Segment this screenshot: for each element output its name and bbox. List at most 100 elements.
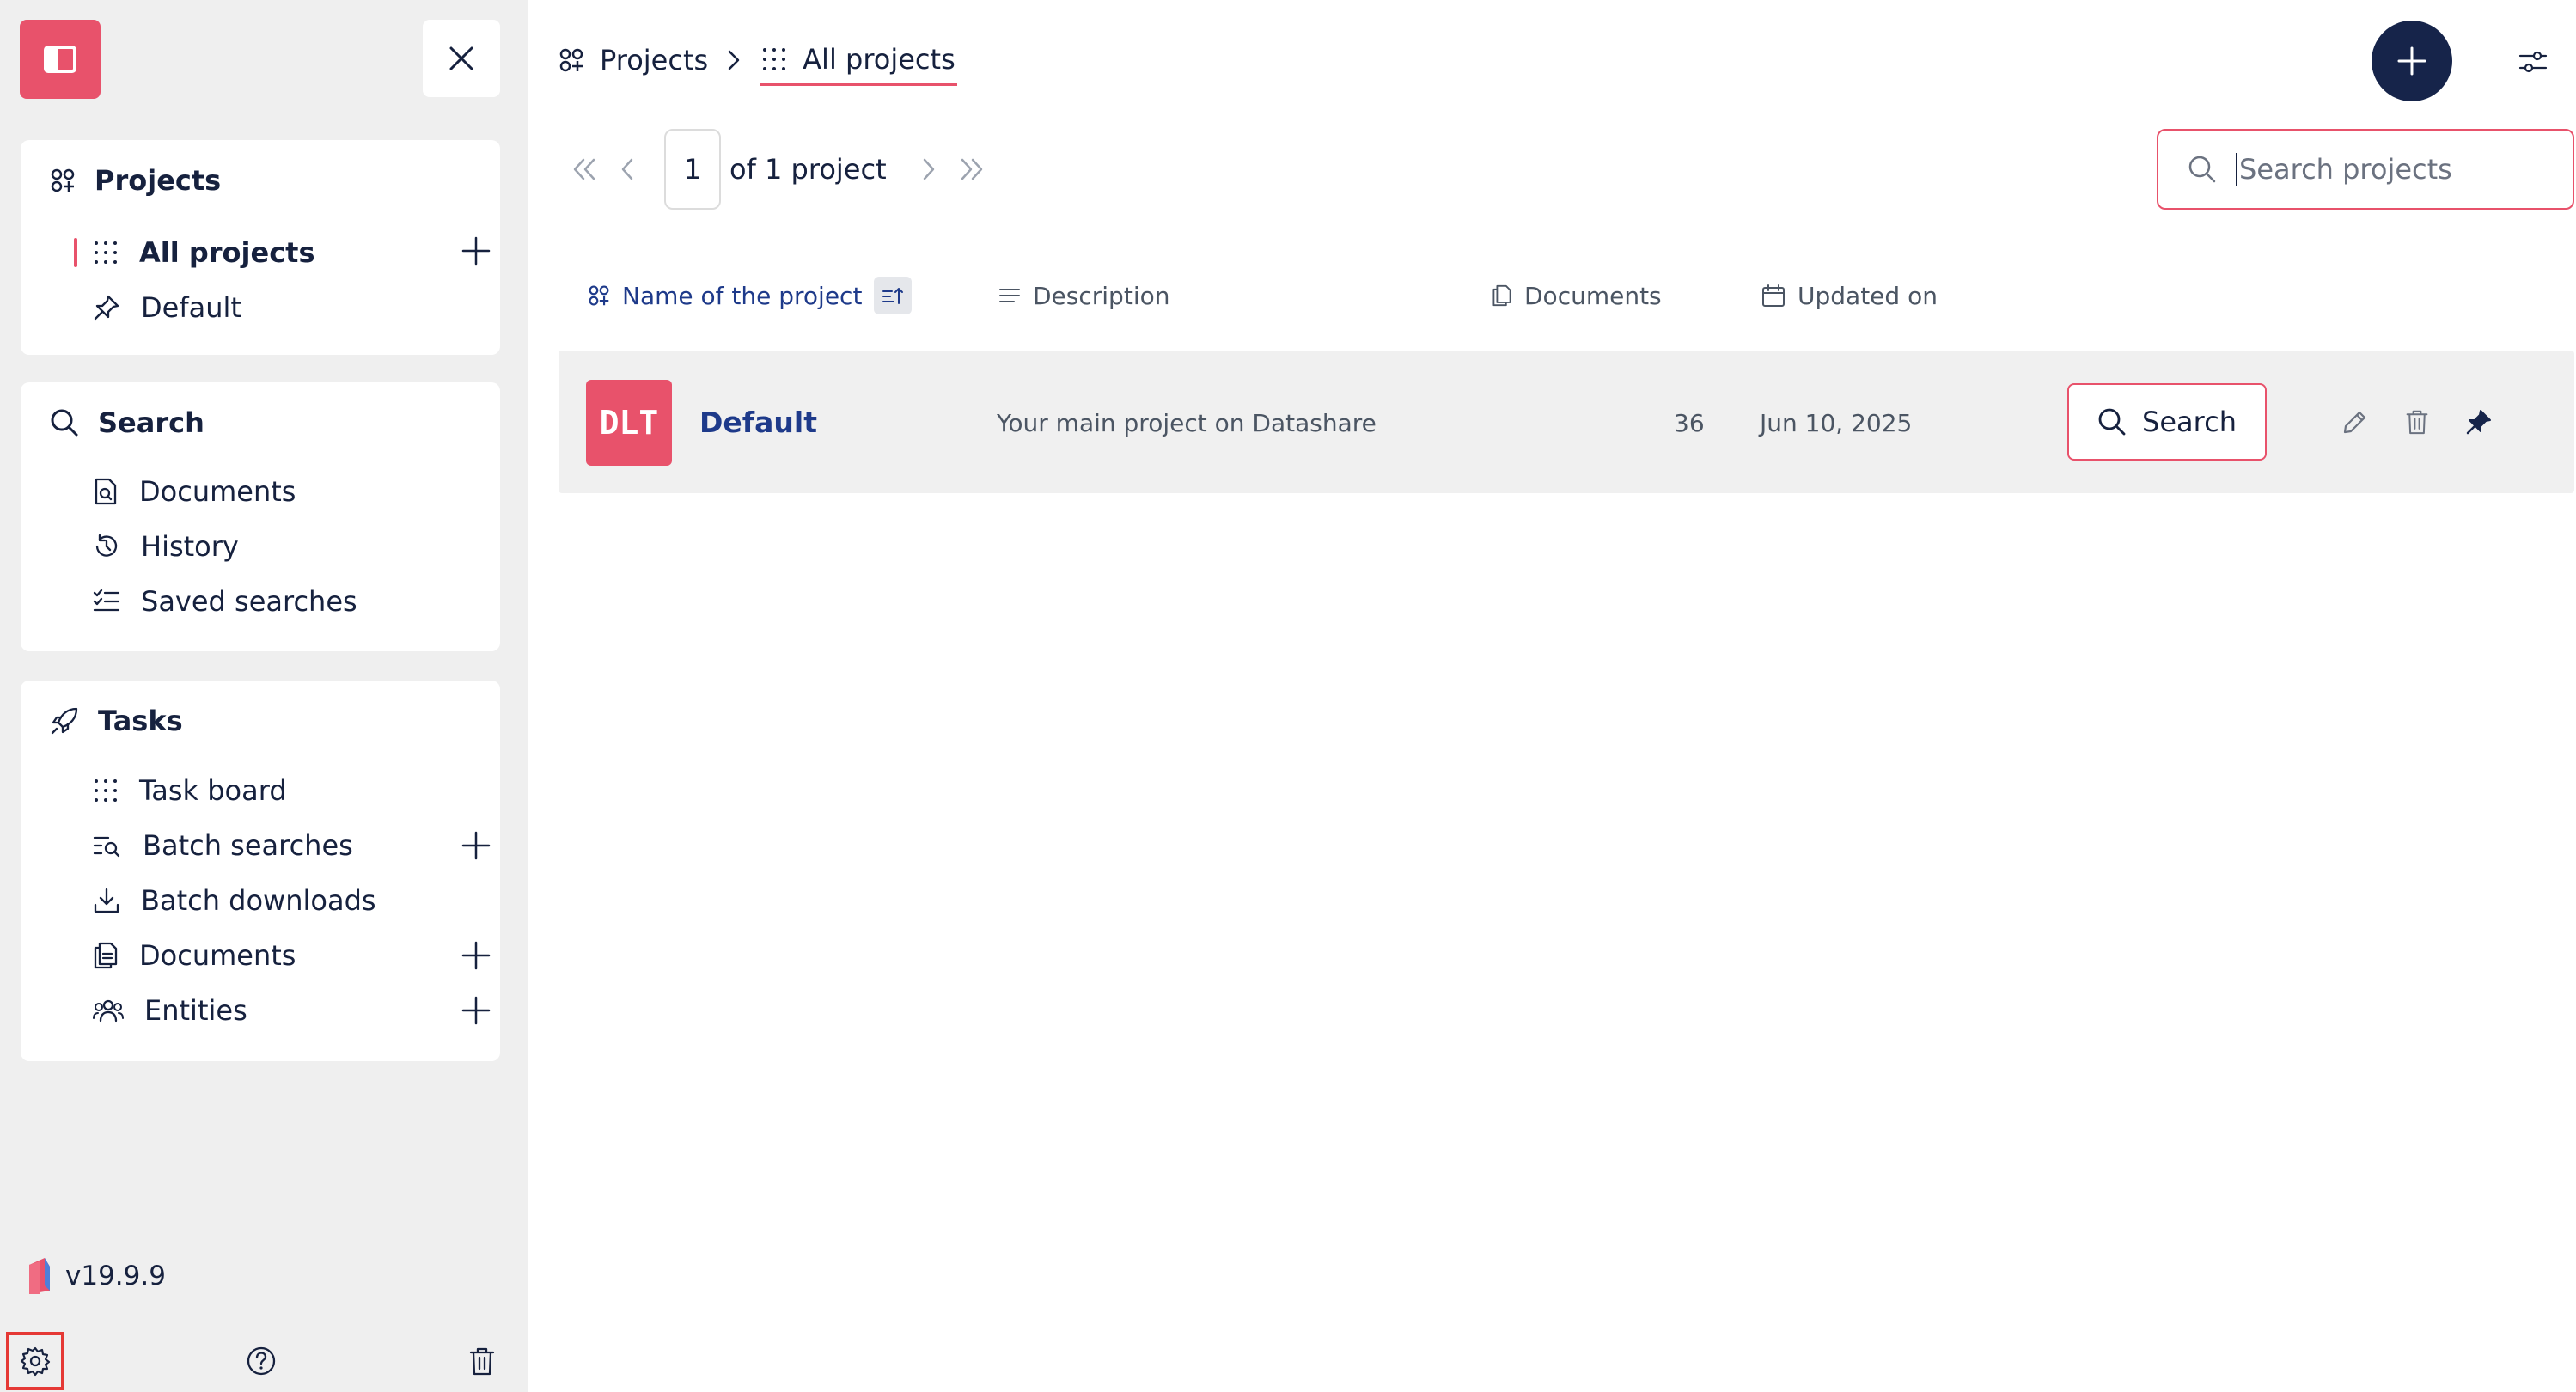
grid-dots-icon — [95, 779, 117, 802]
add-entities-task-button[interactable] — [457, 992, 495, 1029]
search-section-title: Search — [98, 406, 204, 439]
projects-icon — [51, 168, 75, 192]
grid-dots-icon — [95, 241, 117, 264]
sliders-icon — [2518, 51, 2548, 73]
tasks-section-header[interactable]: Tasks — [50, 705, 183, 737]
plus-icon — [2397, 46, 2426, 76]
table-header: Name of the project Description Document… — [0, 275, 2576, 316]
project-name-link[interactable]: Default — [699, 406, 817, 439]
documents-icon — [94, 942, 118, 969]
search-project-button[interactable]: Search — [2067, 383, 2267, 461]
chevron-right-icon — [923, 158, 934, 180]
breadcrumb-all-projects[interactable]: All projects — [760, 34, 957, 86]
project-document-count: 36 — [1674, 409, 1705, 437]
chevrons-right-icon — [961, 158, 982, 180]
projects-section-header[interactable]: Projects — [50, 164, 221, 197]
delete-all-button[interactable] — [453, 1332, 511, 1390]
calendar-icon — [1762, 284, 1785, 307]
sidebar-item-documents[interactable]: Documents — [93, 472, 296, 511]
pin-filled-icon — [2466, 410, 2491, 435]
sidebar: Projects All projects Default Search Doc… — [0, 0, 528, 1392]
page-number-input[interactable]: 1 — [664, 129, 721, 210]
edit-project-button[interactable] — [2334, 400, 2377, 443]
next-page-button[interactable] — [907, 148, 950, 191]
users-icon — [93, 999, 124, 1023]
sidebar-toggle-icon — [44, 46, 76, 73]
search-placeholder: Search projects — [2239, 153, 2452, 186]
sort-ascending-icon — [882, 288, 904, 304]
sidebar-item-label: Task board — [139, 774, 287, 807]
search-card: Search Documents History Saved searches — [21, 382, 500, 651]
search-button-label: Search — [2142, 406, 2237, 438]
document-search-icon — [95, 478, 117, 505]
chevrons-left-icon — [573, 158, 595, 180]
column-label: Updated on — [1798, 281, 1938, 310]
active-indicator — [74, 238, 77, 267]
download-icon — [94, 888, 119, 913]
pagination: 1 of 1 project — [563, 129, 993, 210]
breadcrumb-projects[interactable]: Projects — [559, 34, 708, 86]
settings-button[interactable] — [6, 1332, 64, 1390]
sidebar-item-history[interactable]: History — [93, 527, 239, 566]
column-description-header[interactable]: Description — [998, 275, 1169, 316]
projects-icon — [589, 285, 609, 306]
table-row[interactable]: DLT Default Your main project on Datasha… — [559, 351, 2574, 493]
gear-icon — [20, 1346, 51, 1377]
plus-icon — [461, 941, 491, 970]
sidebar-item-label: Documents — [139, 475, 296, 508]
previous-page-button[interactable] — [606, 148, 649, 191]
project-avatar: DLT — [586, 380, 672, 466]
documents-icon — [1492, 284, 1511, 307]
sidebar-item-label: Documents — [139, 939, 296, 972]
column-updated-header[interactable]: Updated on — [1761, 275, 1938, 316]
sidebar-item-saved-searches[interactable]: Saved searches — [93, 582, 357, 621]
project-description: Your main project on Datashare — [997, 409, 1377, 437]
trash-icon — [469, 1347, 495, 1376]
search-icon — [51, 409, 78, 437]
project-updated-date: Jun 10, 2025 — [1760, 409, 1913, 437]
pin-project-button[interactable] — [2457, 400, 2500, 443]
add-project-button[interactable] — [457, 232, 495, 270]
tasks-section-title: Tasks — [98, 705, 183, 737]
breadcrumb-label: Projects — [600, 44, 709, 76]
delete-project-button[interactable] — [2396, 400, 2439, 443]
sort-toggle-button[interactable] — [874, 277, 913, 314]
text-caret — [2236, 153, 2237, 186]
help-button[interactable] — [232, 1332, 290, 1390]
sidebar-item-label: Entities — [144, 994, 247, 1027]
projects-card: Projects All projects Default — [21, 140, 500, 355]
grid-dots-icon — [763, 47, 786, 70]
last-page-button[interactable] — [950, 148, 993, 191]
sidebar-item-label: All projects — [139, 236, 315, 269]
column-label: Description — [1033, 281, 1170, 310]
sidebar-item-label: Batch downloads — [141, 884, 376, 917]
tasks-card: Tasks Task board Batch searches Batch do… — [21, 681, 500, 1061]
breadcrumb: Projects All projects — [559, 34, 957, 86]
column-name-header[interactable]: Name of the project — [588, 275, 913, 316]
add-batch-search-button[interactable] — [457, 827, 495, 864]
sidebar-item-label: Saved searches — [141, 585, 357, 618]
sidebar-toggle-button[interactable] — [20, 20, 101, 99]
search-projects-input[interactable]: Search projects — [2157, 129, 2574, 210]
sidebar-item-all-projects[interactable]: All projects — [93, 233, 315, 272]
add-documents-task-button[interactable] — [457, 937, 495, 974]
column-documents-header[interactable]: Documents — [1492, 275, 1662, 316]
sidebar-item-task-documents[interactable]: Documents — [93, 936, 296, 975]
search-section-header[interactable]: Search — [50, 406, 204, 439]
page-count-label: of 1 project — [729, 153, 887, 186]
view-settings-button[interactable] — [2514, 43, 2552, 81]
sidebar-item-entities[interactable]: Entities — [93, 991, 247, 1030]
chevron-left-icon — [621, 158, 633, 180]
new-project-button[interactable] — [2372, 21, 2452, 101]
sidebar-item-batch-downloads[interactable]: Batch downloads — [93, 881, 376, 920]
sidebar-item-task-board[interactable]: Task board — [93, 771, 287, 810]
sidebar-item-batch-searches[interactable]: Batch searches — [93, 826, 353, 865]
checklist-icon — [93, 589, 120, 612]
sidebar-item-label: Batch searches — [143, 829, 353, 862]
close-sidebar-button[interactable] — [423, 20, 500, 97]
column-label: Documents — [1524, 281, 1662, 310]
column-label: Name of the project — [622, 281, 863, 310]
first-page-button[interactable] — [563, 148, 606, 191]
history-icon — [95, 534, 118, 557]
chevron-right-icon — [728, 50, 740, 70]
